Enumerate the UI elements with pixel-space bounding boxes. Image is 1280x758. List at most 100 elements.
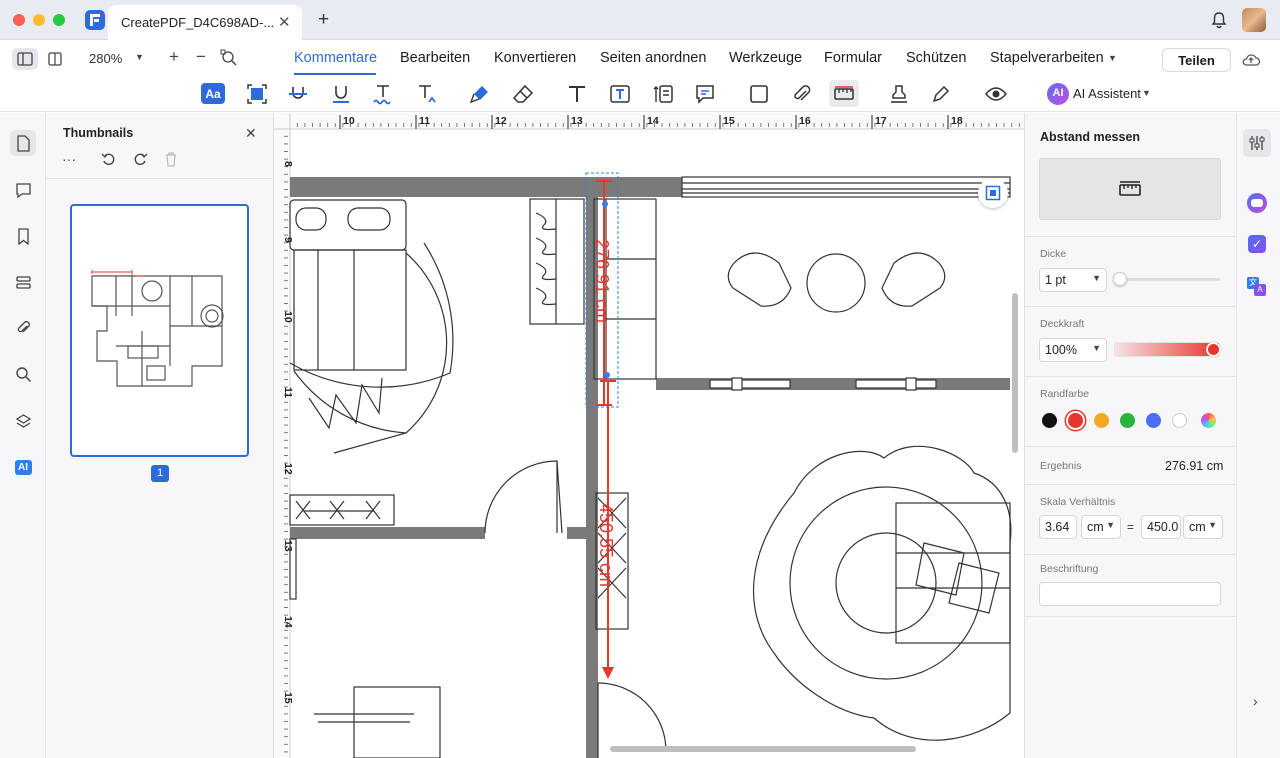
attachments-icon[interactable] — [10, 315, 36, 341]
ruler-label: 14 — [282, 616, 294, 628]
insert-text-icon[interactable] — [413, 82, 439, 106]
menu-kommentare[interactable]: Kommentare — [294, 50, 377, 66]
attachment-icon[interactable] — [788, 82, 814, 106]
measurement-label-1[interactable]: 276.91 cm — [592, 239, 612, 323]
fit-page-button[interactable] — [978, 178, 1008, 208]
ruler-label: 12 — [495, 115, 507, 127]
area-highlight-tool-icon[interactable] — [244, 82, 270, 106]
check-task-icon[interactable]: ✓ — [1248, 235, 1266, 253]
close-window-button[interactable] — [13, 14, 25, 26]
ai-assistant-icon[interactable]: AI — [1047, 83, 1069, 105]
callout-icon[interactable] — [650, 82, 676, 106]
chevron-down-icon[interactable]: ▼ — [1108, 53, 1117, 63]
close-tab-icon[interactable]: ✕ — [278, 13, 291, 31]
minimize-window-button[interactable] — [33, 14, 45, 26]
ruler-label: 12 — [282, 463, 294, 475]
page-thumbnails-icon[interactable] — [10, 130, 36, 156]
ai-bot-icon[interactable] — [1247, 193, 1267, 213]
eye-icon[interactable] — [983, 82, 1009, 106]
text-box-tool[interactable]: Aa — [201, 83, 225, 104]
signature-pen-icon[interactable] — [928, 82, 954, 106]
properties-panel: Abstand messen Dicke 1 pt ▼ Deckkraft 100… — [1024, 113, 1237, 758]
document-tab[interactable]: CreatePDF_D4C698AD-... ✕ — [108, 5, 302, 40]
layers-icon[interactable] — [10, 408, 36, 434]
menu-bearbeiten[interactable]: Bearbeiten — [400, 50, 470, 66]
menu-stapelverarbeiten[interactable]: Stapelverarbeiten — [990, 50, 1104, 66]
ruler-label: 8 — [282, 161, 294, 167]
app-logo-icon — [85, 10, 105, 30]
stamp-icon[interactable] — [886, 82, 912, 106]
document-tab-title: CreatePDF_D4C698AD-... — [121, 15, 275, 30]
ruler-label: 15 — [723, 115, 735, 127]
more-options-icon[interactable]: ··· — [62, 151, 76, 167]
text-tool-icon[interactable] — [564, 82, 590, 106]
menu-konvertieren[interactable]: Konvertieren — [494, 50, 576, 66]
bookmark-icon[interactable] — [10, 223, 36, 249]
document-canvas[interactable]: 10 11 12 13 14 15 16 17 18 8 9 10 11 12 … — [274, 113, 1024, 758]
bell-icon[interactable] — [1210, 11, 1228, 29]
strikethrough-icon[interactable] — [285, 82, 311, 106]
underline-icon[interactable] — [328, 82, 354, 106]
ai-tools-icon[interactable]: AI — [10, 454, 36, 480]
ruler-label: 9 — [282, 237, 294, 243]
zoom-in-button[interactable]: + — [169, 47, 179, 67]
avatar[interactable] — [1242, 8, 1266, 32]
fit-page-icon — [985, 185, 1001, 201]
note-icon[interactable] — [692, 82, 718, 106]
floor-plan-thumbnail — [91, 270, 224, 387]
zoom-out-button[interactable]: − — [196, 47, 206, 67]
comments-icon[interactable] — [10, 177, 36, 203]
menu-seiten-anordnen[interactable]: Seiten anordnen — [600, 50, 706, 66]
translate-icon[interactable]: 文 A — [1247, 277, 1267, 297]
measure-tool-icon[interactable] — [829, 80, 859, 107]
ruler-label: 10 — [282, 311, 294, 323]
title-bar: CreatePDF_D4C698AD-... ✕ + — [0, 0, 1280, 40]
delete-icon[interactable] — [164, 151, 178, 167]
ai-dropdown-icon[interactable]: ▼ — [1142, 88, 1151, 98]
ruler-label: 16 — [799, 115, 811, 127]
measurement-label-2[interactable]: 450.55 cm — [596, 503, 616, 587]
rectangle-icon[interactable] — [746, 82, 772, 106]
ruler-label: 13 — [282, 540, 294, 552]
page-number-badge: 1 — [151, 465, 169, 482]
ruler-label: 14 — [647, 115, 659, 127]
thumbnails-title: Thumbnails — [63, 126, 134, 140]
floor-plan-page: 10 11 12 13 14 15 16 17 18 8 9 10 11 12 … — [274, 113, 1024, 758]
search-icon[interactable] — [10, 361, 36, 387]
zoom-level[interactable]: 280% — [89, 51, 122, 66]
ai-assistant-button[interactable]: AI Assistent — [1073, 86, 1141, 101]
ruler-label: 15 — [282, 692, 294, 704]
menu-schuetzen[interactable]: Schützen — [906, 50, 966, 66]
fields-icon[interactable] — [10, 269, 36, 295]
menu-formular[interactable]: Formular — [824, 50, 882, 66]
left-nav: AI — [0, 113, 46, 758]
close-thumbnails-icon[interactable]: ✕ — [245, 125, 257, 142]
ruler-label: 13 — [571, 115, 583, 127]
rotate-right-icon[interactable] — [132, 151, 148, 167]
ribbon: 280% ▼ + − Kommentare Bearbeiten Konvert… — [0, 40, 1280, 112]
active-menu-underline — [294, 73, 376, 75]
ruler-label: 10 — [343, 115, 355, 127]
sidebar-toggle-icon[interactable] — [12, 48, 38, 70]
maximize-window-button[interactable] — [53, 14, 65, 26]
rotate-left-icon[interactable] — [101, 151, 117, 167]
ruler-label: 11 — [419, 115, 430, 127]
zoom-dropdown-icon[interactable]: ▼ — [135, 52, 144, 62]
ruler-label: 18 — [951, 115, 963, 127]
cloud-upload-icon[interactable] — [1241, 51, 1261, 69]
eraser-icon[interactable] — [510, 82, 536, 106]
squiggly-underline-icon[interactable] — [370, 82, 396, 106]
zoom-fit-icon[interactable] — [220, 49, 238, 67]
highlighter-icon[interactable] — [467, 82, 493, 106]
right-icon-bar: ✓ 文 A › — [1236, 113, 1280, 758]
new-tab-button[interactable]: + — [318, 9, 329, 31]
thumbnails-panel: Thumbnails ✕ ··· 1 — [46, 113, 274, 758]
page-thumbnail[interactable] — [70, 204, 249, 457]
text-field-icon[interactable] — [607, 82, 633, 106]
share-button[interactable]: Teilen — [1162, 48, 1231, 72]
collapse-panel-icon[interactable]: › — [1253, 693, 1258, 709]
ruler-label: 11 — [282, 387, 294, 398]
page-view-icon[interactable] — [46, 50, 64, 68]
properties-icon[interactable] — [1243, 129, 1271, 157]
menu-werkzeuge[interactable]: Werkzeuge — [729, 50, 802, 66]
